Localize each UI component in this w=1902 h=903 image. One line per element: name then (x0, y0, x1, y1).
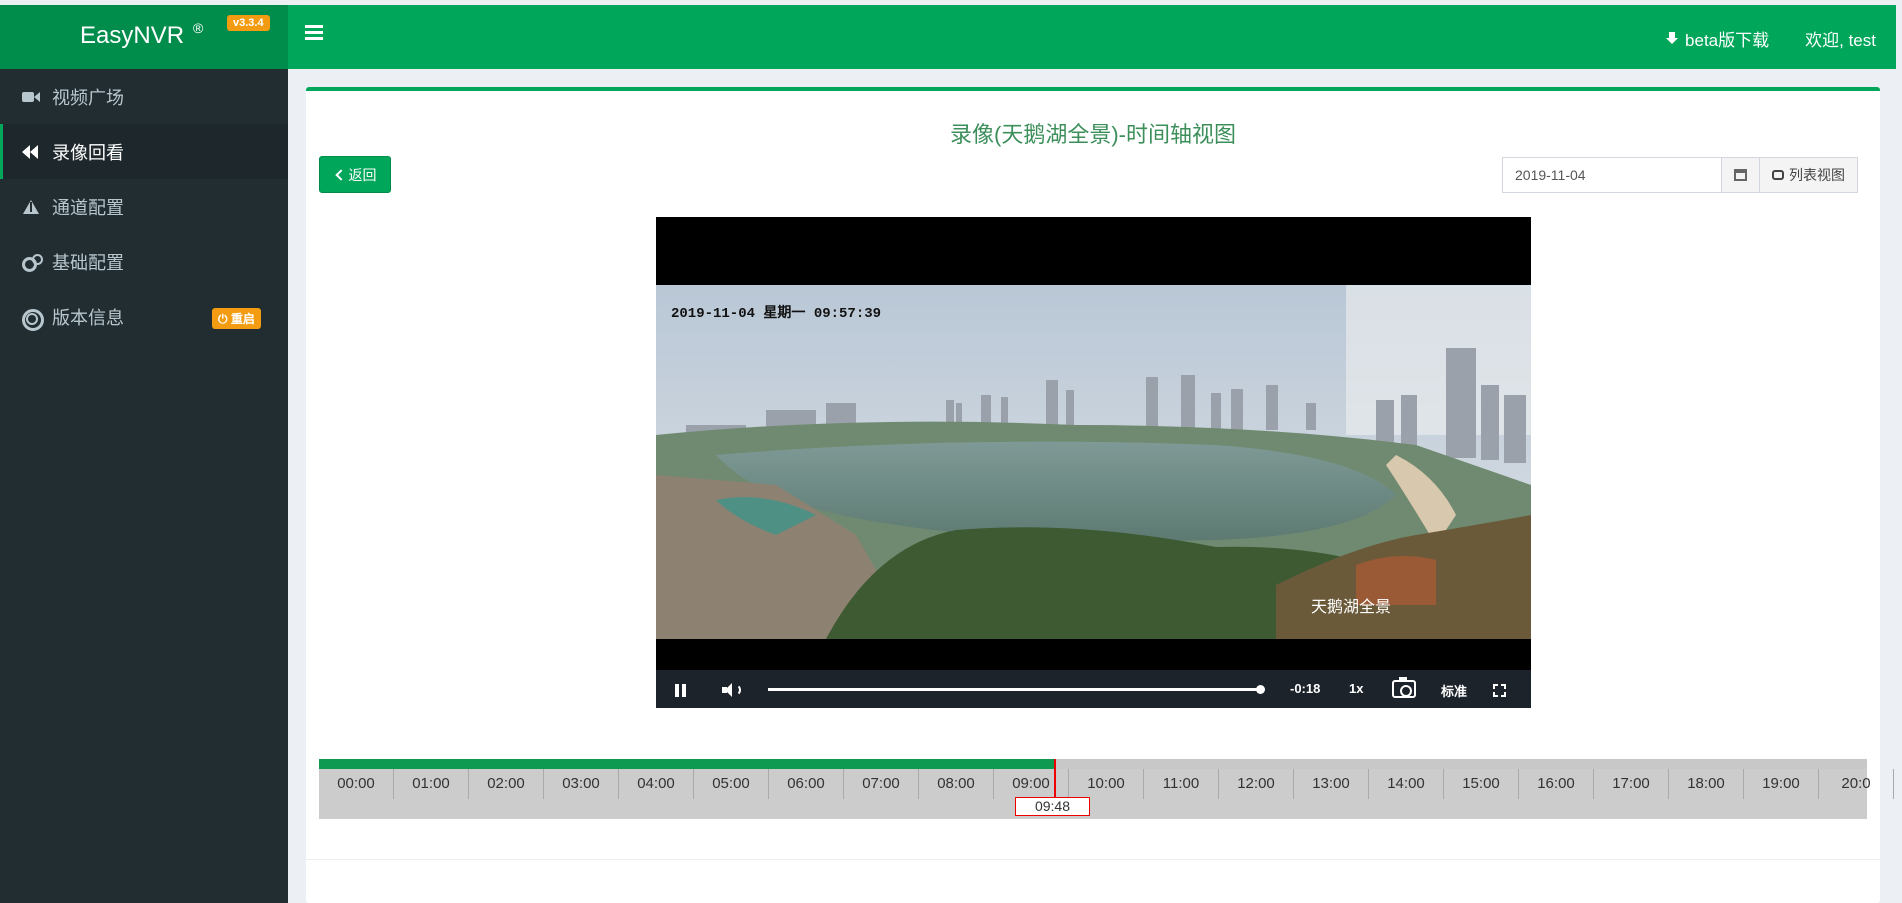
osd-timestamp: 2019-11-04 星期一 09:57:39 (671, 306, 882, 322)
app-name: EasyNVR (80, 22, 185, 49)
progress-handle[interactable] (1256, 685, 1265, 694)
back-button[interactable]: 返回 (319, 156, 391, 193)
progress-slider[interactable] (768, 685, 1265, 694)
list-view-label: 列表视图 (1789, 167, 1845, 183)
beta-download-link[interactable]: beta版下载 (1665, 26, 1769, 51)
timeline-tick: 13:00 (1294, 769, 1369, 799)
download-icon (1665, 31, 1679, 46)
playback-speed-button[interactable]: 1x (1349, 681, 1363, 696)
sidebar: 视频广场 录像回看 通道配置 基础配置 版本信息 ⏻ 重启 (0, 69, 288, 903)
fullscreen-icon[interactable] (1493, 684, 1508, 699)
sidebar-item-label: 通道配置 (52, 197, 124, 218)
timeline-tick: 18:00 (1669, 769, 1744, 799)
player-controls: -0:18 1x 标准 (656, 670, 1531, 708)
timeline-tick: 03:00 (544, 769, 619, 799)
chevron-left-icon (334, 168, 347, 181)
timeline-bar[interactable]: 00:00 01:00 02:00 03:00 04:00 05:00 06:00 07:00… (319, 759, 1894, 819)
calendar-button[interactable] (1722, 157, 1760, 193)
timeline-tick: 07:00 (844, 769, 919, 799)
lake-panorama-image (656, 285, 1531, 639)
list-view-button[interactable]: 列表视图 (1760, 157, 1858, 193)
welcome-text: 欢迎, test (1805, 31, 1876, 50)
volume-icon[interactable] (722, 683, 742, 697)
date-picker-group: 列表视图 (1502, 157, 1858, 193)
timeline-tick: 19:00 (1744, 769, 1819, 799)
sidebar-item-label: 基础配置 (52, 252, 124, 273)
back-label: 返回 (348, 166, 377, 183)
calendar-icon (1734, 169, 1747, 181)
backward-icon (22, 144, 40, 160)
timeline-tick: 14:00 (1369, 769, 1444, 799)
osd-channel-name: 天鹅湖全景 (1310, 599, 1391, 616)
timeline-tick: 16:00 (1519, 769, 1594, 799)
user-menu[interactable]: 欢迎, test (1805, 26, 1876, 51)
sidebar-item-playback[interactable]: 录像回看 (0, 124, 288, 179)
timeline-tick: 06:00 (769, 769, 844, 799)
restart-button[interactable]: ⏻ 重启 (212, 308, 261, 329)
timeline-tick: 02:00 (469, 769, 544, 799)
timeline-cursor-label: 09:48 (1015, 797, 1090, 816)
quality-button[interactable]: 标准 (1441, 681, 1467, 700)
divider (306, 859, 1880, 860)
sidebar-item-video-square[interactable]: 视频广场 (0, 69, 288, 124)
sidebar-item-channel-config[interactable]: 通道配置 (0, 179, 288, 234)
video-frame[interactable]: 2019-11-04 星期一 09:57:39 天鹅湖全景 (656, 285, 1531, 639)
sidebar-item-basic-config[interactable]: 基础配置 (0, 234, 288, 289)
road-icon (22, 199, 40, 215)
timeline-tick: 09:00 (994, 769, 1069, 799)
content-box: 录像(天鹅湖全景)-时间轴视图 返回 列表视图 (306, 87, 1894, 903)
timeline-tick: 05:00 (694, 769, 769, 799)
timeline-tick: 11:00 (1144, 769, 1219, 799)
sidebar-toggle-icon[interactable] (305, 25, 323, 41)
recorded-segment[interactable] (319, 759, 1054, 769)
timeline-tick: 20:0 (1819, 769, 1894, 799)
sidebar-item-version-info[interactable]: 版本信息 ⏻ 重启 (0, 289, 288, 344)
pause-icon[interactable] (675, 684, 687, 697)
video-player[interactable]: 2019-11-04 星期一 09:57:39 天鹅湖全景 -0:18 1x 标… (656, 217, 1531, 708)
version-badge: v3.3.4 (227, 15, 270, 31)
sidebar-item-label: 视频广场 (52, 87, 124, 108)
timeline-tick: 17:00 (1594, 769, 1669, 799)
date-input[interactable] (1502, 157, 1722, 193)
timeline-cursor[interactable] (1054, 759, 1056, 799)
timeline-tick: 04:00 (619, 769, 694, 799)
remaining-time: -0:18 (1290, 681, 1321, 696)
top-navbar: EasyNVR ® v3.3.4 beta版下载 欢迎, test (0, 5, 1896, 69)
logo[interactable]: EasyNVR ® v3.3.4 (0, 5, 288, 69)
registered-mark: ® (193, 20, 204, 36)
unrecorded-segment (1054, 759, 1867, 769)
timeline-tick: 12:00 (1219, 769, 1294, 799)
video-camera-icon (22, 89, 40, 105)
sidebar-item-label: 版本信息 (52, 307, 124, 328)
life-ring-icon (22, 308, 44, 331)
beta-download-label: beta版下载 (1685, 31, 1770, 50)
hand-point-icon (1772, 170, 1784, 180)
page-title: 录像(天鹅湖全景)-时间轴视图 (950, 122, 1236, 147)
timeline-tick: 00:00 (319, 769, 394, 799)
gears-icon (22, 253, 43, 272)
timeline-tick: 01:00 (394, 769, 469, 799)
timeline-tick: 10:00 (1069, 769, 1144, 799)
timeline-tick: 08:00 (919, 769, 994, 799)
timeline-tick: 15:00 (1444, 769, 1519, 799)
snapshot-camera-icon[interactable] (1392, 677, 1416, 698)
sidebar-item-label: 录像回看 (52, 142, 124, 163)
